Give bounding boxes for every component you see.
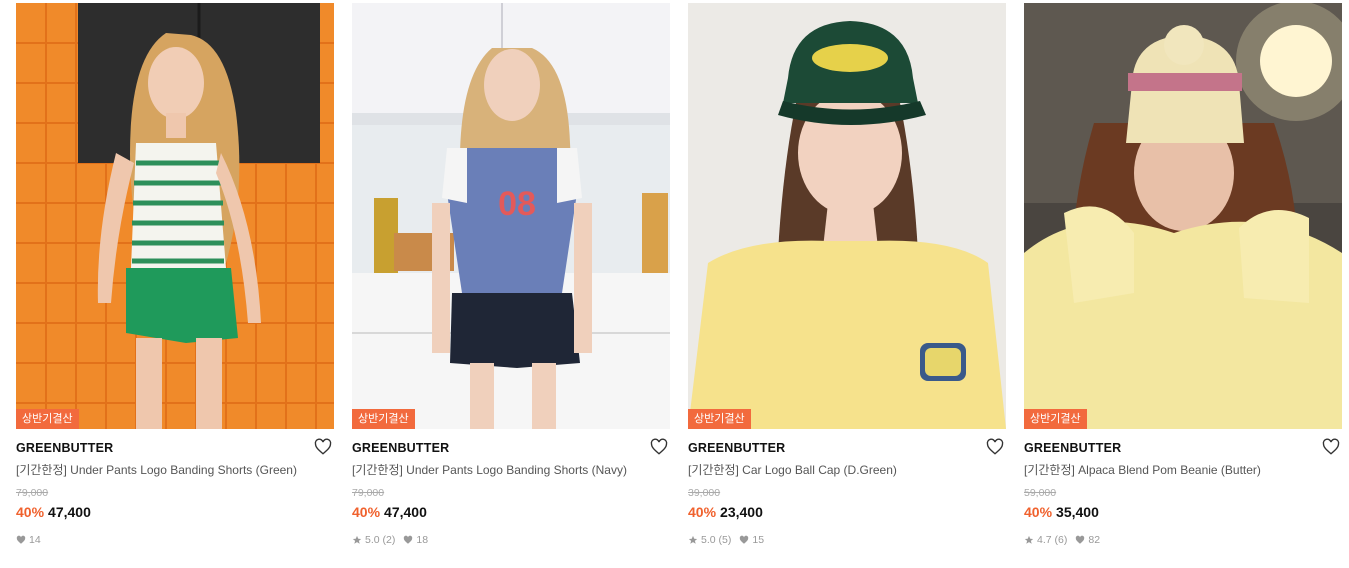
product-photo-green-shorts [16, 3, 334, 429]
heart-icon[interactable] [986, 438, 1004, 456]
rating: 5.0 (5) [688, 533, 731, 547]
product-card[interactable]: 08 상반기결산 GREENBUTTER [기간한정] Under Pants … [352, 3, 670, 547]
product-name[interactable]: [기간한정] Under Pants Logo Banding Shorts (… [16, 462, 334, 478]
review-count: (6) [1054, 534, 1068, 546]
heart-icon[interactable] [1322, 438, 1340, 456]
promo-badge: 상반기결산 [16, 409, 79, 429]
likes: 14 [16, 533, 41, 547]
brand-row: GREENBUTTER [688, 438, 1006, 462]
like-count: 14 [29, 534, 41, 546]
product-meta: 5.0 (5) 15 [688, 533, 1006, 547]
rating-value: 5.0 [365, 534, 380, 546]
product-card[interactable]: 상반기결산 GREENBUTTER [기간한정] Car Logo Ball C… [688, 3, 1006, 547]
product-card[interactable]: 상반기결산 GREENBUTTER [기간한정] Alpaca Blend Po… [1024, 3, 1342, 547]
product-photo-ball-cap [688, 3, 1006, 429]
product-image[interactable]: 상반기결산 [1024, 3, 1342, 429]
price-row: 40% 47,400 [352, 503, 670, 521]
heart-icon[interactable] [650, 438, 668, 456]
rating: 4.7 (6) [1024, 533, 1067, 547]
original-price: 79,000 [352, 487, 385, 499]
star-icon [352, 535, 362, 544]
product-meta: 4.7 (6) 82 [1024, 533, 1342, 547]
promo-badge: 상반기결산 [688, 409, 751, 429]
product-image[interactable]: 상반기결산 [688, 3, 1006, 429]
promo-badge: 상반기결산 [352, 409, 415, 429]
rating-value: 4.7 [1037, 534, 1052, 546]
brand-name[interactable]: GREENBUTTER [688, 441, 785, 455]
brand-name[interactable]: GREENBUTTER [16, 441, 113, 455]
original-price: 79,000 [16, 487, 49, 499]
brand-row: GREENBUTTER [352, 438, 670, 462]
rating-value: 5.0 [701, 534, 716, 546]
product-grid: 상반기결산 GREENBUTTER [기간한정] Under Pants Log… [0, 0, 1349, 568]
like-count: 18 [416, 534, 429, 546]
review-count: (5) [718, 534, 732, 546]
product-card[interactable]: 상반기결산 GREENBUTTER [기간한정] Under Pants Log… [16, 3, 334, 547]
brand-row: GREENBUTTER [1024, 438, 1342, 462]
discount-rate: 40% [352, 504, 381, 520]
likes: 15 [739, 533, 764, 547]
product-meta: 5.0 (2) 18 [352, 533, 670, 547]
original-price: 59,000 [1024, 487, 1057, 499]
promo-badge: 상반기결산 [1024, 409, 1087, 429]
sale-price: 47,400 [48, 504, 91, 520]
product-meta: 14 [16, 533, 334, 547]
review-count: (2) [382, 534, 396, 546]
likes: 18 [403, 533, 428, 547]
product-name[interactable]: [기간한정] Under Pants Logo Banding Shorts (… [352, 462, 670, 478]
original-price: 39,000 [688, 487, 721, 499]
sale-price: 23,400 [720, 504, 763, 520]
like-count: 15 [752, 534, 765, 546]
likes: 82 [1075, 533, 1100, 547]
rating: 5.0 (2) [352, 533, 395, 547]
discount-rate: 40% [688, 504, 717, 520]
discount-rate: 40% [1024, 504, 1053, 520]
heart-filled-icon [1076, 535, 1085, 544]
product-photo-pom-beanie [1024, 3, 1342, 429]
heart-icon[interactable] [314, 438, 332, 456]
brand-row: GREENBUTTER [16, 438, 334, 462]
star-icon [1024, 535, 1034, 544]
heart-filled-icon [16, 535, 26, 544]
product-image[interactable]: 08 상반기결산 [352, 3, 670, 429]
like-count: 82 [1088, 534, 1101, 546]
svg-text:08: 08 [498, 185, 536, 223]
price-row: 40% 47,400 [16, 503, 334, 521]
heart-filled-icon [740, 535, 749, 544]
sale-price: 47,400 [384, 504, 427, 520]
product-name[interactable]: [기간한정] Car Logo Ball Cap (D.Green) [688, 462, 1006, 478]
product-photo-navy-shorts: 08 [352, 3, 670, 429]
star-icon [688, 535, 698, 544]
sale-price: 35,400 [1056, 504, 1099, 520]
price-row: 40% 35,400 [1024, 503, 1342, 521]
product-image[interactable]: 상반기결산 [16, 3, 334, 429]
product-name[interactable]: [기간한정] Alpaca Blend Pom Beanie (Butter) [1024, 462, 1342, 478]
brand-name[interactable]: GREENBUTTER [352, 441, 449, 455]
discount-rate: 40% [16, 504, 45, 520]
brand-name[interactable]: GREENBUTTER [1024, 441, 1121, 455]
heart-filled-icon [404, 535, 413, 544]
price-row: 40% 23,400 [688, 503, 1006, 521]
